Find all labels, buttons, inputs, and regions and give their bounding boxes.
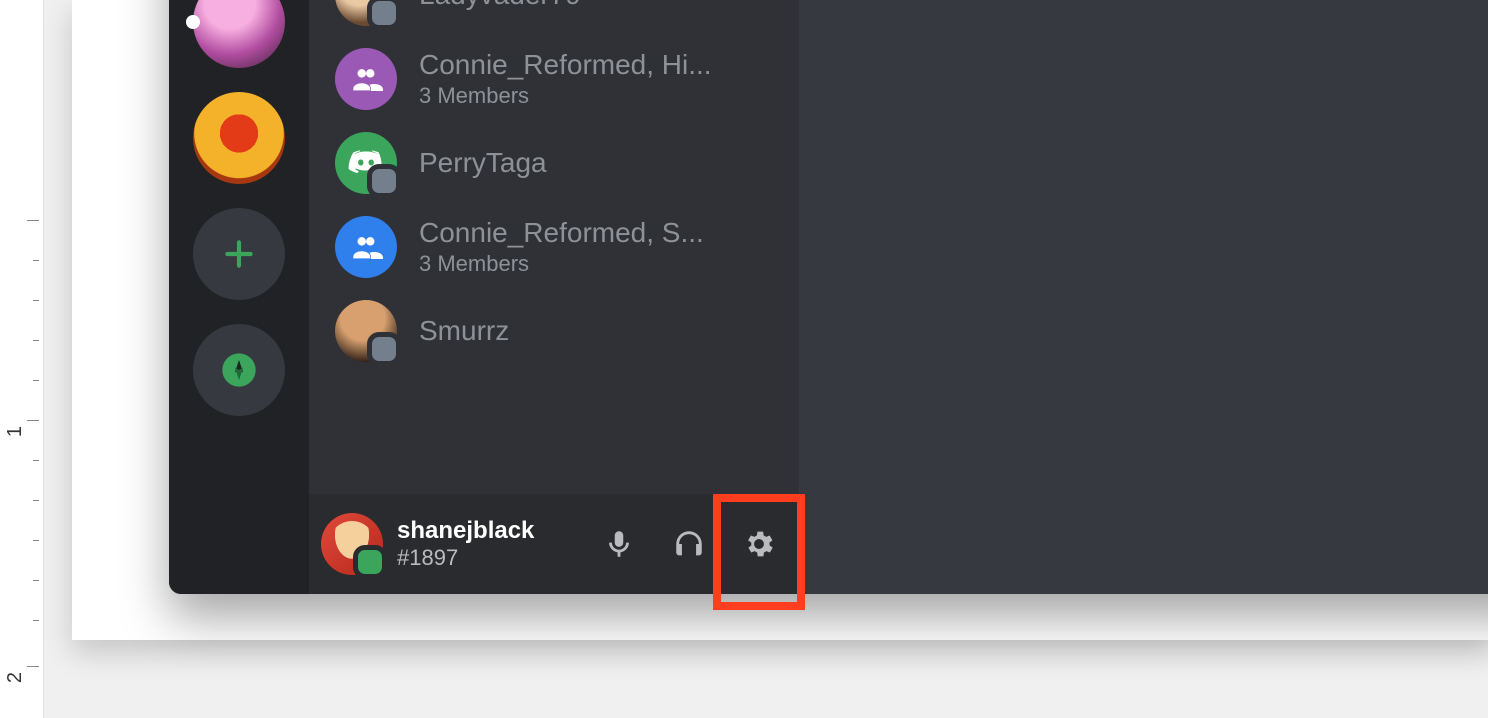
dm-column: Kapwing Bot Ladyvader79 — [309, 0, 799, 594]
dm-item[interactable]: Smurrz — [317, 290, 791, 372]
avatar — [335, 300, 397, 362]
ruler-vertical: 1 2 — [0, 0, 44, 718]
guild-rail — [169, 0, 309, 594]
headphones-icon — [672, 527, 706, 561]
editor-background: 1 2 — [0, 0, 1488, 718]
ruler-number: 1 — [4, 426, 27, 437]
canvas-area: Kapwing Bot Ladyvader79 — [44, 0, 1488, 718]
compass-icon — [219, 350, 259, 390]
dm-name: Smurrz — [419, 315, 509, 347]
guild-unread-pill-icon — [186, 15, 200, 29]
self-discriminator: #1897 — [397, 545, 534, 571]
guild-server-2[interactable] — [193, 92, 285, 184]
status-online-icon — [353, 545, 387, 579]
group-avatar — [335, 216, 397, 278]
status-offline-icon — [367, 332, 401, 366]
dm-item[interactable]: PerryTaga — [317, 122, 791, 204]
settings-button[interactable] — [731, 516, 787, 572]
deafen-button[interactable] — [661, 516, 717, 572]
microphone-icon — [602, 527, 636, 561]
plus-icon — [219, 234, 259, 274]
mute-button[interactable] — [591, 516, 647, 572]
avatar — [335, 132, 397, 194]
status-offline-icon — [367, 164, 401, 198]
dm-name: PerryTaga — [419, 147, 547, 179]
user-panel: shanejblack #1897 — [309, 494, 799, 594]
ruler-number: 2 — [4, 672, 27, 683]
people-icon — [349, 62, 383, 96]
dm-item[interactable]: Connie_Reformed, Hi... 3 Members — [317, 38, 791, 120]
add-server-button[interactable] — [193, 208, 285, 300]
discord-window: Kapwing Bot Ladyvader79 — [169, 0, 1488, 594]
dm-item[interactable]: Connie_Reformed, S... 3 Members — [317, 206, 791, 288]
dm-name: Connie_Reformed, Hi... — [419, 49, 712, 81]
dm-item[interactable]: Ladyvader79 — [317, 0, 791, 36]
group-avatar — [335, 48, 397, 110]
dm-list[interactable]: Kapwing Bot Ladyvader79 — [309, 0, 799, 494]
avatar — [335, 0, 397, 26]
explore-servers-button[interactable] — [193, 324, 285, 416]
dm-name: Connie_Reformed, S... — [419, 217, 704, 249]
guild-server-1[interactable] — [193, 0, 285, 68]
status-offline-icon — [367, 0, 401, 30]
gear-icon — [742, 527, 776, 561]
discord-main-content — [799, 0, 1488, 594]
people-icon — [349, 230, 383, 264]
self-avatar[interactable] — [321, 513, 383, 575]
dm-subtext: 3 Members — [419, 83, 712, 109]
dm-subtext: 3 Members — [419, 251, 704, 277]
dm-name: Ladyvader79 — [419, 0, 581, 11]
self-identity[interactable]: shanejblack #1897 — [397, 517, 534, 571]
self-username: shanejblack — [397, 517, 534, 545]
